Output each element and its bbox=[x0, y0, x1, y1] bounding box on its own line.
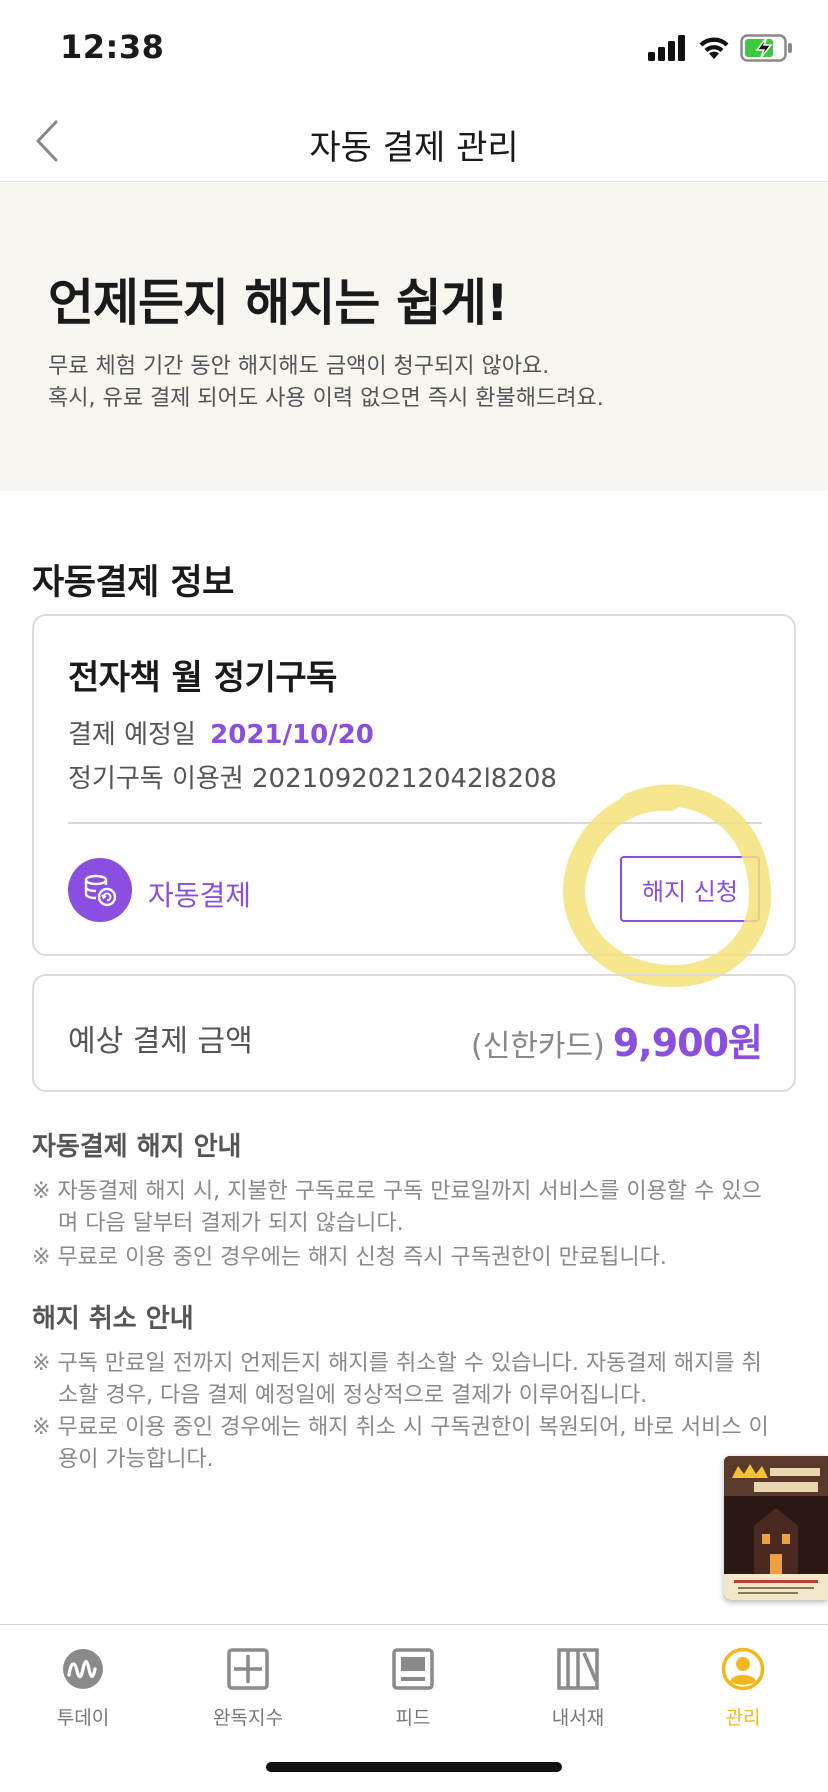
auto-pay-icon bbox=[68, 858, 132, 922]
hero-banner: 언제든지 해지는 쉽게! 무료 체험 기간 동안 해지해도 금액이 청구되지 않… bbox=[0, 183, 828, 491]
pay-date-value: 2021/10/20 bbox=[210, 720, 374, 750]
notice-item: ※ 구독 만료일 전까지 언제든지 해지를 취소할 수 있습니다. 자동결제 해… bbox=[32, 1351, 762, 1408]
recurring-payment-icon bbox=[84, 874, 117, 907]
status-icons bbox=[648, 34, 794, 62]
feed-icon bbox=[392, 1648, 434, 1690]
floating-book-thumbnail[interactable] bbox=[724, 1456, 828, 1600]
tab-label: 관리 bbox=[725, 1707, 761, 1729]
notice-title-cancel: 자동결제 해지 안내 bbox=[32, 1132, 242, 1162]
tab-today[interactable]: 투데이 bbox=[23, 1647, 143, 1730]
product-name: 전자책 월 정기구독 bbox=[68, 658, 337, 698]
card-name: (신한카드) bbox=[471, 1029, 605, 1064]
amount-right: (신한카드) 9,900원 bbox=[471, 1012, 763, 1067]
subscription-card: 전자책 월 정기구독 결제 예정일 2021/10/20 정기구독 이용권 20… bbox=[32, 614, 796, 956]
hero-title: 언제든지 해지는 쉽게! bbox=[48, 274, 509, 332]
page-title: 자동 결제 관리 bbox=[309, 128, 519, 168]
notice-item: ※ 무료로 이용 중인 경우에는 해지 취소 시 구독권한이 복원되어, 바로 … bbox=[32, 1415, 769, 1472]
cellular-signal-icon bbox=[648, 35, 685, 61]
ticket-label: 정기구독 이용권 bbox=[68, 764, 244, 794]
nav-bar: 자동 결제 관리 bbox=[0, 100, 828, 182]
hero-desc-line: 혹시, 유료 결제 되어도 사용 이력 없으면 즉시 환불해드려요. bbox=[48, 386, 604, 411]
tab-label: 피드 bbox=[395, 1707, 431, 1729]
cancel-subscription-button[interactable]: 해지 신청 bbox=[620, 856, 760, 922]
tab-manage[interactable]: 관리 bbox=[683, 1647, 803, 1730]
tab-label: 완독지수 bbox=[213, 1707, 283, 1729]
status-bar: 12:38 bbox=[0, 0, 828, 100]
tab-completion[interactable]: 완독지수 bbox=[188, 1647, 308, 1730]
today-icon bbox=[63, 1649, 103, 1689]
tab-label: 내서재 bbox=[551, 1707, 605, 1729]
notice-item: ※ 자동결제 해지 시, 지불한 구독료로 구독 만료일까지 서비스를 이용할 … bbox=[32, 1179, 762, 1236]
completion-icon bbox=[227, 1648, 269, 1690]
amount-value: 9,900원 bbox=[612, 1021, 763, 1065]
section-title-auto-pay-info: 자동결제 정보 bbox=[32, 563, 234, 603]
tab-label: 투데이 bbox=[56, 1707, 110, 1729]
tab-library[interactable]: 내서재 bbox=[518, 1647, 638, 1730]
ticket-number: 20210920212042l8208 bbox=[251, 764, 557, 794]
book-cover-image bbox=[724, 1456, 828, 1600]
notice-item: ※ 무료로 이용 중인 경우에는 해지 신청 즉시 구독권한이 만료됩니다. bbox=[32, 1245, 667, 1270]
auto-pay-label: 자동결제 bbox=[148, 879, 252, 912]
status-time: 12:38 bbox=[60, 28, 165, 66]
pay-date-label: 결제 예정일 bbox=[68, 720, 196, 750]
card-divider bbox=[68, 822, 762, 824]
pay-date-row: 결제 예정일 2021/10/20 bbox=[68, 714, 374, 751]
notice-title-revoke: 해지 취소 안내 bbox=[32, 1304, 194, 1334]
wifi-icon bbox=[699, 37, 729, 59]
amount-label: 예상 결제 금액 bbox=[68, 1024, 253, 1059]
ticket-row: 정기구독 이용권 20210920212042l8208 bbox=[68, 758, 557, 795]
expected-amount-card: 예상 결제 금액 (신한카드) 9,900원 bbox=[32, 974, 796, 1092]
library-icon bbox=[557, 1648, 599, 1690]
home-indicator bbox=[266, 1762, 562, 1772]
profile-icon bbox=[721, 1647, 765, 1691]
hero-desc-line: 무료 체험 기간 동안 해지해도 금액이 청구되지 않아요. bbox=[48, 354, 550, 379]
hero-description: 무료 체험 기간 동안 해지해도 금액이 청구되지 않아요. 혹시, 유료 결제… bbox=[48, 351, 604, 415]
tab-feed[interactable]: 피드 bbox=[353, 1647, 473, 1730]
battery-charging-icon bbox=[740, 34, 792, 62]
